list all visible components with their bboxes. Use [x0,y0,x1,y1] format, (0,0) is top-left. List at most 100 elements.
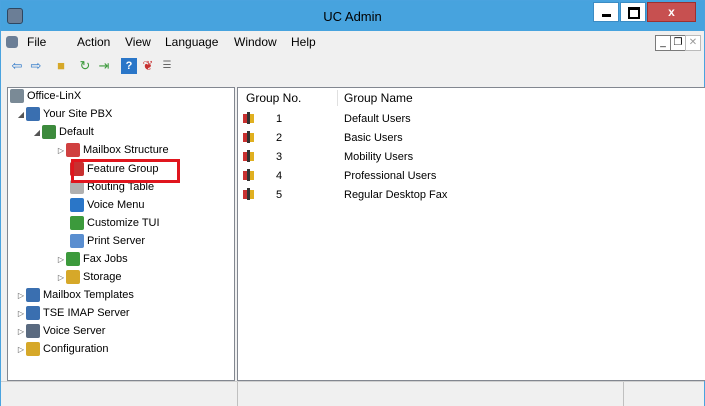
tree-item-label: Storage [83,271,122,283]
default-icon [42,125,56,140]
voice-server-icon [26,324,40,339]
mdi-controls: _ ❐ ✕ [655,35,701,51]
feature-group-icon [243,150,254,162]
status-divider [237,382,238,406]
tree-item-tse-imap-server[interactable]: ▷ TSE IMAP Server [16,305,130,322]
voice-menu-icon [70,198,84,213]
close-button[interactable]: x [647,2,696,22]
tree-item-customize-tui[interactable]: Customize TUI [70,215,160,232]
selection-highlight-box [71,159,180,183]
menu-window[interactable]: Window [234,35,277,49]
group-number: 2 [276,132,283,144]
tree-item-voice-menu[interactable]: Voice Menu [70,197,144,214]
customize-tui-icon [70,216,84,231]
menu-help[interactable]: Help [291,35,316,49]
status-divider [623,382,624,406]
back-arrow-icon[interactable]: ⇦ [9,58,25,74]
expand-icon[interactable]: ▷ [56,142,66,159]
group-number: 3 [276,151,283,163]
maximize-button[interactable] [620,2,646,22]
column-header-group-no[interactable]: Group No. [246,91,301,105]
print-server-icon [70,234,84,249]
up-folder-icon[interactable]: ■ [53,58,69,74]
tree-item-fax-jobs[interactable]: ▷ Fax Jobs [56,251,128,268]
tree-item-storage[interactable]: ▷ Storage [56,269,122,286]
tree-item-voice-server[interactable]: ▷ Voice Server [16,323,105,340]
toolbar: ⇦ ⇨ ■ ↻ ⇥ ? ❦ ☰ [1,54,704,78]
tree-item-label: Voice Server [43,325,106,337]
tree-item-mailbox-templates[interactable]: ▷ Mailbox Templates [16,287,134,304]
refresh-icon[interactable]: ↻ [77,58,93,74]
feature-group-list: Group No. Group Name 1 Default Users 2 B… [237,87,705,381]
mdi-close-button[interactable]: ✕ [685,35,701,51]
tree-item-label: Mailbox Templates [43,289,134,301]
configuration-icon [26,342,40,357]
close-icon: x [668,5,675,19]
list-item[interactable]: 3 Mobility Users [238,148,698,167]
title-bar[interactable]: UC Admin x [1,1,704,31]
menu-file[interactable]: File [27,35,46,49]
forward-arrow-icon[interactable]: ⇨ [28,58,44,74]
export-icon[interactable]: ⇥ [96,58,112,74]
group-number: 4 [276,170,283,182]
column-header-group-name[interactable]: Group Name [344,91,413,105]
mailbox-structure-icon [66,143,80,158]
list-item[interactable]: 4 Professional Users [238,167,698,186]
expand-icon[interactable]: ▷ [16,341,26,358]
menu-view[interactable]: View [125,35,151,49]
app-window: UC Admin x File Action View Language Win… [0,0,705,406]
tree-item-label: Fax Jobs [83,253,128,265]
navigation-tree: Office-LinX ◢ Your Site PBX ◢ Default ▷ Mai… [7,87,235,381]
tree-item-label: TSE IMAP Server [43,307,130,319]
collapse-icon[interactable]: ◢ [16,106,26,123]
properties-icon[interactable]: ☰ [159,58,175,74]
tree-item-your-site-pbx[interactable]: ◢ Your Site PBX [16,106,112,123]
group-name: Basic Users [344,132,403,144]
group-name: Professional Users [344,170,437,182]
column-divider[interactable] [337,90,338,106]
minimize-button[interactable] [593,2,619,22]
tree-item-print-server[interactable]: Print Server [70,233,145,250]
feature-group-icon [243,131,254,143]
collapse-icon[interactable]: ◢ [32,124,42,141]
group-name: Default Users [344,113,411,125]
menu-language[interactable]: Language [165,35,218,49]
feature-group-icon [243,112,254,124]
expand-icon[interactable]: ▷ [16,305,26,322]
expand-icon[interactable]: ▷ [56,251,66,268]
tree-item-label: Print Server [87,235,146,247]
expand-icon[interactable]: ▷ [56,269,66,286]
feature-icon[interactable]: ❦ [140,58,156,74]
tree-item-label: Your Site PBX [43,108,113,120]
pbx-icon [26,107,40,122]
network-icon [10,89,24,104]
minimize-icon [602,14,611,17]
tree-item-default[interactable]: ◢ Default [32,124,94,141]
list-item[interactable]: 5 Regular Desktop Fax [238,186,698,205]
mdi-restore-button[interactable]: ❐ [670,35,686,51]
list-item[interactable]: 1 Default Users [238,110,698,129]
tree-item-label: Mailbox Structure [83,144,169,156]
help-icon[interactable]: ? [121,58,137,74]
group-name: Regular Desktop Fax [344,189,448,201]
mdi-child-icon[interactable] [6,36,18,48]
tree-item-mailbox-structure[interactable]: ▷ Mailbox Structure [56,142,169,159]
menu-action[interactable]: Action [77,35,110,49]
tree-item-label: Voice Menu [87,199,145,211]
tree-item-label: Default [59,126,94,138]
imap-server-icon [26,306,40,321]
tree-item-label: Customize TUI [87,217,160,229]
mdi-minimize-button[interactable]: _ [655,35,671,51]
tree-item-office-linx[interactable]: Office-LinX [10,88,81,105]
expand-icon[interactable]: ▷ [16,287,26,304]
expand-icon[interactable]: ▷ [16,323,26,340]
group-number: 5 [276,189,283,201]
tree-item-configuration[interactable]: ▷ Configuration [16,341,108,358]
menu-bar: File Action View Language Window Help _ … [1,31,704,53]
list-item[interactable]: 2 Basic Users [238,129,698,148]
feature-group-icon [243,169,254,181]
maximize-icon [628,7,640,19]
fax-jobs-icon [66,252,80,267]
feature-group-icon [243,188,254,200]
tree-item-label: Configuration [43,343,109,355]
